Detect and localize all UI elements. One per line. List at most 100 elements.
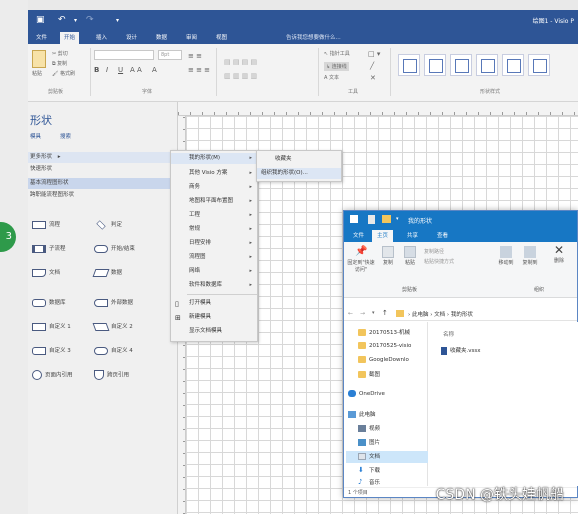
tab-home[interactable]: 开始 [60, 32, 80, 44]
nav-folder[interactable]: 20170525-visio [358, 342, 411, 349]
nav-downloads[interactable]: ⬇ 下载 [358, 466, 380, 475]
shape-custom-1[interactable]: 自定义 1 [32, 322, 71, 331]
shape-style-thumb[interactable] [502, 54, 524, 76]
customize-icon[interactable]: ▾ [116, 17, 119, 24]
bold-button[interactable]: B [94, 66, 99, 74]
tab-insert[interactable]: 插入 [92, 32, 111, 44]
nav-documents[interactable]: 文档 [346, 451, 428, 463]
forward-icon[interactable]: → [360, 310, 365, 317]
stencils-link[interactable]: 模具 [30, 132, 41, 140]
menu-item-flowchart[interactable]: 流程图 ▸ [171, 252, 257, 263]
tell-me-search[interactable]: 告诉我您想要做什么... [286, 33, 341, 41]
new-folder-icon[interactable] [382, 215, 391, 223]
delete-button[interactable]: ✕ 删除 [550, 244, 568, 264]
stencil-cross-functional[interactable]: 跨职能流程图形状 [28, 190, 178, 201]
rectangle-tool-icon[interactable]: □ ▾ [368, 50, 380, 58]
menu-item-maps[interactable]: 地图和平面布置图 ▸ [171, 196, 257, 207]
stencil-basic-flowchart[interactable]: 基本流程图形状 [28, 178, 178, 189]
menu-item-organize-my-shapes[interactable]: 组织我的形状(O)... [257, 168, 341, 179]
nav-folder[interactable]: 20170513-机械 [358, 328, 410, 336]
explorer-tab-view[interactable]: 查看 [432, 230, 453, 242]
up-icon[interactable]: ↑ [382, 309, 388, 317]
quick-access-dropdown[interactable]: ▾ [396, 216, 399, 222]
font-color-button[interactable]: A [152, 66, 157, 74]
menu-item-network[interactable]: 网络 ▸ [171, 266, 257, 277]
connector-tool-button[interactable]: ↳ 连接线 [324, 62, 349, 71]
shape-style-thumb[interactable] [424, 54, 446, 76]
arrange-icon[interactable]: ▥ ▥ ▥ ▥ [224, 72, 257, 80]
nav-videos[interactable]: 视频 [358, 424, 380, 432]
text-tool-button[interactable]: A 文本 [324, 74, 339, 81]
nav-onedrive[interactable]: OneDrive [348, 390, 385, 397]
nav-folder[interactable]: GoogleDownlo [358, 356, 409, 363]
dropdown-icon[interactable]: ▾ [74, 17, 77, 24]
explorer-tab-file[interactable]: 文件 [348, 230, 369, 242]
menu-item-my-shapes[interactable]: 我的形状(M) ▸ [171, 153, 257, 164]
shape-on-page-reference[interactable]: 页面内引用 [32, 370, 73, 380]
menu-item-schedule[interactable]: 日程安排 ▸ [171, 238, 257, 249]
menu-item-new-stencil[interactable]: ⊞ 新建模具 [171, 312, 257, 323]
shape-style-thumb[interactable] [450, 54, 472, 76]
shape-custom-3[interactable]: 自定义 3 [32, 346, 71, 355]
menu-item-show-doc-stencil[interactable]: 显示文档模具 [171, 326, 257, 337]
cut-button[interactable]: ✂ 剪切 [52, 50, 68, 57]
copy-path-button[interactable]: 复制路径 [424, 248, 444, 255]
breadcrumb-documents[interactable]: 文档 [434, 312, 445, 318]
shape-start-end[interactable]: 开始/结束 [94, 244, 135, 253]
font-grow-button[interactable]: A A [130, 66, 142, 74]
nav-pictures[interactable]: 图片 [358, 438, 380, 446]
shape-style-thumb[interactable] [476, 54, 498, 76]
search-link[interactable]: 搜索 [60, 132, 71, 140]
menu-item-general[interactable]: 常规 ▸ [171, 224, 257, 235]
file-item[interactable]: 收藏夹.vssx [441, 346, 481, 355]
font-size-select[interactable]: 8pt [158, 50, 182, 60]
shape-off-page-reference[interactable]: 跨页引用 [94, 370, 129, 380]
underline-button[interactable]: U [118, 66, 123, 74]
undo-icon[interactable]: ↶ [58, 15, 66, 25]
shape-decision[interactable]: 判定 [94, 219, 122, 230]
breadcrumb-this-pc[interactable]: 此电脑 [412, 312, 429, 318]
shape-subprocess[interactable]: 子流程 [32, 244, 66, 253]
nav-folder[interactable]: 截图 [358, 370, 380, 378]
bullets-icon[interactable]: ≡ ≡ [188, 52, 202, 60]
copy-button[interactable]: 复制 [380, 246, 396, 266]
tab-data[interactable]: 数据 [152, 32, 171, 44]
shape-process[interactable]: 流程 [32, 220, 60, 229]
nav-this-pc[interactable]: 此电脑 [348, 410, 376, 418]
address-bar[interactable]: ← → ▾ ↑ › 此电脑 › 文档 › 我的形状 [344, 307, 577, 321]
explorer-tab-home[interactable]: 主页 [372, 230, 394, 242]
copy-button[interactable]: ⧉ 复制 [52, 60, 67, 67]
shape-database[interactable]: 数据库 [32, 298, 66, 307]
recent-dropdown-icon[interactable]: ▾ [372, 310, 375, 316]
shape-external-data[interactable]: 外部数据 [94, 298, 133, 307]
menu-item-engineering[interactable]: 工程 ▸ [171, 210, 257, 221]
copy-to-button[interactable]: 复制到 [520, 246, 540, 266]
italic-button[interactable]: I [106, 66, 108, 74]
back-icon[interactable]: ← [348, 310, 353, 317]
paste-shortcut-button[interactable]: 粘贴快捷方式 [424, 258, 454, 265]
shape-style-thumb[interactable] [398, 54, 420, 76]
tab-review[interactable]: 审阅 [182, 32, 201, 44]
paste-button[interactable]: 粘贴 [32, 70, 42, 77]
align-icon[interactable]: ≡ ≡ ≡ [188, 66, 210, 74]
shape-custom-2[interactable]: 自定义 2 [92, 322, 133, 331]
menu-item-software[interactable]: 软件和数据库 ▸ [171, 280, 257, 291]
tab-design[interactable]: 设计 [122, 32, 141, 44]
paragraph-icon[interactable]: ▤ ▤ ▤ ▤ [224, 58, 257, 66]
menu-item-business[interactable]: 商务 ▸ [171, 182, 257, 193]
shape-custom-4[interactable]: 自定义 4 [94, 346, 133, 355]
menu-item-open-stencil[interactable]: ▯ 打开模具 [171, 298, 257, 309]
name-column-header[interactable]: 名称 [443, 330, 454, 338]
stencil-more-shapes[interactable]: 更多形状 ▸ [28, 152, 178, 163]
line-tool-icon[interactable]: ╱ [370, 62, 374, 70]
tab-view[interactable]: 视图 [212, 32, 231, 44]
breadcrumb-my-shapes[interactable]: 我的形状 [451, 312, 473, 318]
shape-data[interactable]: 数据 [92, 268, 122, 277]
pin-quick-access-button[interactable]: 📌 固定到"快速访问" [346, 246, 376, 273]
menu-item-other-visio[interactable]: 其他 Visio 方案 ▸ [171, 168, 257, 179]
shape-style-thumb[interactable] [528, 54, 550, 76]
close-icon[interactable]: ✕ [370, 74, 376, 82]
stencil-quick-shapes[interactable]: 快速形状 [28, 164, 178, 175]
paste-icon[interactable] [32, 50, 46, 68]
save-icon[interactable]: ▣ [36, 15, 45, 25]
